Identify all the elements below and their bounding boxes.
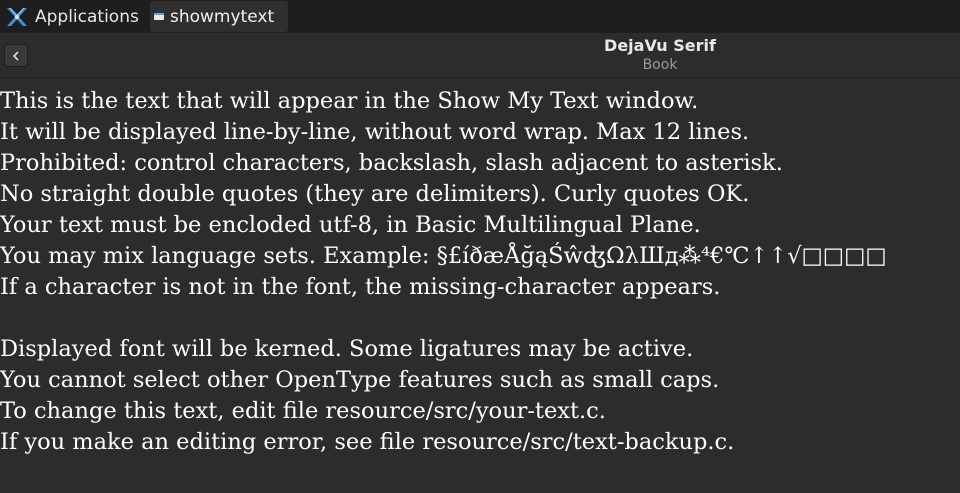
text-line: You cannot select other OpenType feature… bbox=[0, 367, 720, 393]
taskbar-window-button[interactable]: showmytext bbox=[150, 1, 288, 32]
font-name-title: DejaVu Serif bbox=[604, 36, 716, 55]
text-line: You may mix language sets. Example: §£íð… bbox=[0, 243, 887, 269]
chevron-left-icon bbox=[13, 51, 19, 60]
taskbar-window-label: showmytext bbox=[170, 6, 275, 27]
text-line: This is the text that will appear in the… bbox=[0, 88, 699, 114]
text-line bbox=[0, 303, 960, 334]
text-line: Your text must be encloded utf-8, in Bas… bbox=[0, 212, 701, 238]
text-line: It will be displayed line-by-line, witho… bbox=[0, 119, 750, 145]
top-panel: Applications showmytext bbox=[0, 0, 960, 33]
text-line: Displayed font will be kerned. Some liga… bbox=[0, 336, 694, 362]
text-line: If you make an editing error, see file r… bbox=[0, 429, 735, 455]
window-icon bbox=[154, 13, 164, 20]
header-bar: DejaVu Serif Book bbox=[0, 33, 960, 78]
xfce-logo-icon bbox=[7, 7, 27, 26]
applications-label: Applications bbox=[35, 6, 139, 27]
applications-menu-button[interactable]: Applications bbox=[2, 2, 145, 31]
text-display-area: This is the text that will appear in the… bbox=[0, 86, 960, 458]
text-line: No straight double quotes (they are deli… bbox=[0, 181, 750, 207]
text-line: Prohibited: control characters, backslas… bbox=[0, 150, 783, 176]
text-line: To change this text, edit file resource/… bbox=[0, 398, 606, 424]
font-style-subtitle: Book bbox=[642, 57, 678, 73]
header-title-area: DejaVu Serif Book bbox=[0, 33, 960, 78]
back-button[interactable] bbox=[4, 44, 28, 67]
text-line: If a character is not in the font, the m… bbox=[0, 274, 721, 300]
